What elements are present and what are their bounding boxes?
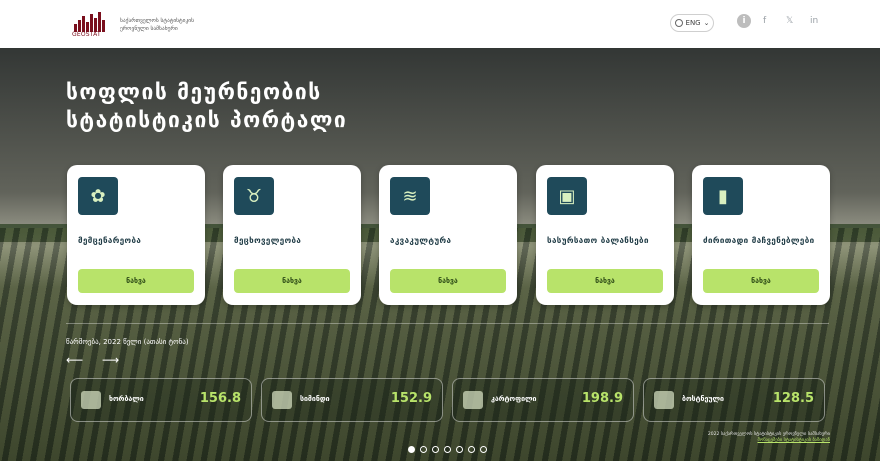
brand-title-line2: ეროვნული სამსახური bbox=[120, 26, 178, 32]
stat-value: 156.8 bbox=[199, 391, 241, 406]
section-divider bbox=[66, 323, 829, 324]
card-aquaculture[interactable]: ≋ აკვაკულტურა ნახვა bbox=[379, 165, 517, 305]
brand-title: საქართველოს სტატისტიკის ეროვნული სამსახუ… bbox=[120, 17, 216, 33]
card-label: მეცხოველეობა bbox=[234, 236, 302, 245]
stat-value: 152.9 bbox=[390, 391, 432, 406]
fish-icon: ≋ bbox=[390, 177, 430, 215]
carousel-dot[interactable] bbox=[468, 446, 475, 453]
bar-chart-icon: ▮ bbox=[703, 177, 743, 215]
corn-icon bbox=[272, 391, 292, 409]
language-switcher[interactable]: ENG ⌄ bbox=[670, 14, 714, 32]
globe-icon bbox=[674, 19, 683, 27]
carousel-dot[interactable] bbox=[420, 446, 427, 453]
production-title: წარმოება, 2022 წელი (ათასი ტონა) bbox=[66, 338, 189, 346]
card-crop-production[interactable]: ✿ მემცენარეობა ნახვა bbox=[67, 165, 205, 305]
card-label: მემცენარეობა bbox=[78, 236, 142, 245]
brand-title-line1: საქართველოს სტატისტიკის bbox=[120, 18, 195, 24]
stat-value: 128.5 bbox=[772, 391, 814, 406]
geostat-logo: GEOSTAT bbox=[72, 12, 112, 38]
stat-name: სიმინდი bbox=[300, 395, 330, 403]
plant-icon: ✿ bbox=[78, 177, 118, 215]
linkedin-icon[interactable]: in bbox=[810, 16, 818, 26]
card-livestock[interactable]: ♉ მეცხოველეობა ნახვა bbox=[223, 165, 361, 305]
carousel-dot[interactable] bbox=[444, 446, 451, 453]
hero-banner: სოფლის მეურნეობის სტატისტიკის პორტალი ✿ … bbox=[0, 48, 880, 461]
twitter-icon[interactable]: 𝕏 bbox=[786, 16, 793, 26]
carousel-dot[interactable] bbox=[408, 446, 415, 453]
carousel-dot[interactable] bbox=[456, 446, 463, 453]
stat-name: ბოსტნეული bbox=[682, 395, 724, 403]
stat-vegetables[interactable]: ბოსტნეული 128.5 bbox=[643, 378, 825, 422]
hero-title-line1: სოფლის მეურნეობის bbox=[66, 80, 322, 104]
vegetables-icon bbox=[654, 391, 674, 409]
carousel-dot[interactable] bbox=[432, 446, 439, 453]
language-label: ENG bbox=[685, 19, 701, 27]
cow-icon: ♉ bbox=[234, 177, 274, 215]
brand[interactable]: GEOSTAT საქართველოს სტატისტიკის ეროვნული… bbox=[72, 12, 216, 38]
card-key-indicators[interactable]: ▮ ძირითადი მაჩვენებლები ნახვა bbox=[692, 165, 830, 305]
hero-title-line2: სტატისტიკის პორტალი bbox=[66, 108, 348, 132]
stat-value: 198.9 bbox=[581, 391, 623, 406]
stat-potato[interactable]: კარტოფილი 198.9 bbox=[452, 378, 634, 422]
hero-title: სოფლის მეურნეობის სტატისტიკის პორტალი bbox=[66, 78, 347, 134]
view-button[interactable]: ნახვა bbox=[390, 269, 506, 293]
info-icon[interactable]: i bbox=[737, 14, 751, 28]
card-food-balances[interactable]: ▣ სასურსათო ბალანსები ნახვა bbox=[536, 165, 674, 305]
potato-icon bbox=[463, 391, 483, 409]
carousel-dot[interactable] bbox=[480, 446, 487, 453]
arrow-right-icon[interactable]: ⟶ bbox=[102, 353, 119, 367]
arrow-left-icon[interactable]: ⟵ bbox=[66, 353, 83, 367]
jar-icon: ▣ bbox=[547, 177, 587, 215]
card-label: აკვაკულტურა bbox=[390, 236, 452, 245]
carousel-dots bbox=[408, 446, 487, 453]
view-button[interactable]: ნახვა bbox=[234, 269, 350, 293]
view-button[interactable]: ნახვა bbox=[78, 269, 194, 293]
stat-name: კარტოფილი bbox=[491, 395, 537, 403]
stat-name: ხორბალი bbox=[109, 395, 144, 403]
page: GEOSTAT საქართველოს სტატისტიკის ეროვნული… bbox=[0, 0, 880, 461]
chevron-down-icon: ⌄ bbox=[703, 19, 710, 27]
stat-wheat[interactable]: ხორბალი 156.8 bbox=[70, 378, 252, 422]
view-button[interactable]: ნახვა bbox=[703, 269, 819, 293]
wheat-icon bbox=[81, 391, 101, 409]
card-label: სასურსათო ბალანსები bbox=[547, 236, 649, 245]
footer-note: 2022 საქართველოს სტატისტიკის ეროვნული სა… bbox=[708, 432, 830, 444]
facebook-icon[interactable]: f bbox=[763, 16, 766, 26]
stat-corn[interactable]: სიმინდი 152.9 bbox=[261, 378, 443, 422]
top-navigation-bar: GEOSTAT საქართველოს სტატისტიკის ეროვნული… bbox=[0, 0, 880, 49]
view-button[interactable]: ნახვა bbox=[547, 269, 663, 293]
card-label: ძირითადი მაჩვენებლები bbox=[703, 236, 815, 245]
logo-text: GEOSTAT bbox=[72, 31, 101, 38]
footer-link[interactable]: მონაცემები სტატისტიკის ბაზიდან bbox=[708, 438, 830, 444]
